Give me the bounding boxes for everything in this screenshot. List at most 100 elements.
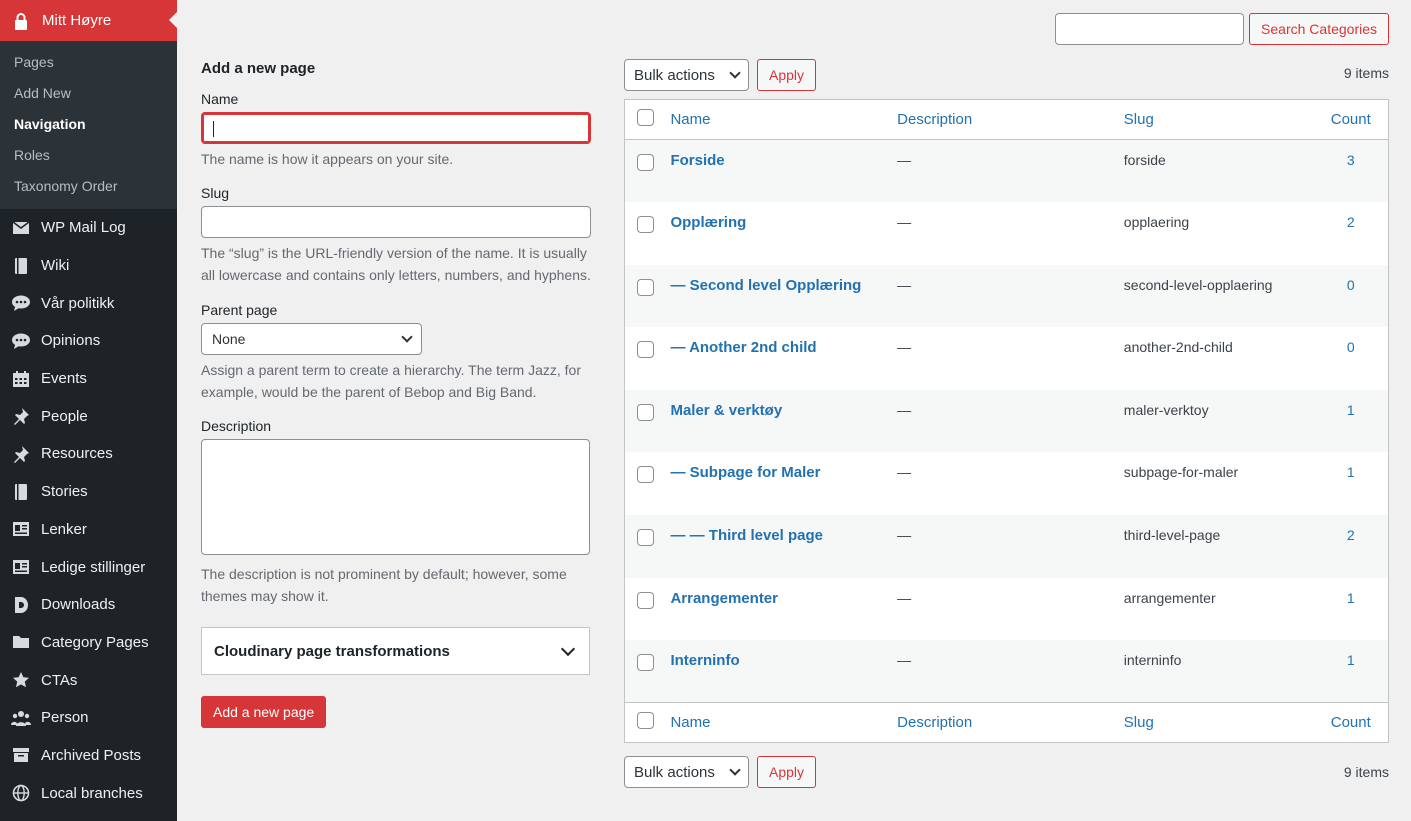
add-new-page-button[interactable]: Add a new page (201, 696, 327, 728)
sidebar-item-resources[interactable]: Resources (0, 435, 177, 473)
row-checkbox[interactable] (637, 154, 654, 171)
column-header-description[interactable]: Description (897, 702, 1124, 743)
sidebar-item-person[interactable]: Person (0, 699, 177, 737)
sidebar-item-category-pages[interactable]: Category Pages (0, 624, 177, 662)
sidebar-item-label: Category Pages (41, 633, 149, 651)
sidebar-item-local-branches[interactable]: Local branches (0, 774, 177, 812)
row-name-link[interactable]: Arrangementer (670, 590, 778, 607)
chevron-down-icon (729, 67, 741, 79)
row-count-link[interactable]: 1 (1347, 652, 1355, 668)
accordion-title: Cloudinary page transformations (214, 642, 450, 660)
row-name-link[interactable]: — Another 2nd child (670, 339, 816, 356)
row-name-link[interactable]: Interninfo (670, 652, 739, 669)
row-count-link[interactable]: 2 (1347, 527, 1355, 543)
comments-icon (10, 330, 32, 352)
row-checkbox[interactable] (637, 654, 654, 672)
submenu-item-navigation[interactable]: Navigation (0, 108, 177, 139)
column-header-description[interactable]: Description (897, 99, 1124, 140)
folder-icon (10, 631, 32, 653)
row-name-link[interactable]: Opplæring (670, 214, 746, 231)
sidebar-item-label: Local branches (41, 784, 143, 802)
row-count-link[interactable]: 2 (1347, 214, 1355, 230)
sidebar-item-var-politikk[interactable]: Vår politikk (0, 284, 177, 322)
book-icon (10, 481, 32, 503)
form-title: Add a new page (201, 60, 316, 77)
row-description: — (897, 214, 912, 231)
submenu-item-add-new[interactable]: Add New (0, 77, 177, 108)
column-header-slug[interactable]: Slug (1123, 99, 1314, 140)
row-checkbox[interactable] (637, 403, 654, 421)
items-count: 9 items (1343, 764, 1389, 781)
parent-page-help: Assign a parent term to create a hierarc… (201, 362, 581, 400)
row-count-link[interactable]: 0 (1347, 277, 1355, 293)
star-icon (10, 669, 32, 691)
column-header-name[interactable]: Name (670, 702, 898, 743)
sidebar-item-wp-mail-log[interactable]: WP Mail Log (0, 209, 177, 247)
row-slug: interninfo (1123, 652, 1182, 669)
row-name-link[interactable]: Maler & verktøy (670, 402, 782, 419)
sidebar-item-ctas[interactable]: CTAs (0, 661, 177, 699)
sidebar-item-wiki[interactable]: Wiki (0, 247, 177, 285)
row-name-link[interactable]: — Subpage for Maler (670, 464, 820, 481)
sidebar-item-downloads[interactable]: Downloads (0, 586, 177, 624)
search-input[interactable] (1055, 13, 1245, 45)
row-count-link[interactable]: 1 (1347, 590, 1355, 606)
row-count-link[interactable]: 1 (1347, 464, 1355, 480)
bulk-actions-value: Bulk actions (634, 66, 715, 84)
slug-field[interactable] (201, 206, 591, 238)
table-row: — Second level Opplæring — second-level-… (624, 264, 1389, 328)
table-row: Maler & verktøy — maler-verktoy 1 (624, 389, 1389, 453)
column-header-name[interactable]: Name (670, 99, 898, 140)
submenu-item-taxonomy-order[interactable]: Taxonomy Order (0, 170, 177, 201)
chevron-down-icon (729, 764, 741, 777)
sidebar-submenu: Pages Add New Navigation Roles Taxonomy … (0, 41, 177, 209)
tablenav-bottom: Bulk actions Apply 9 items (624, 755, 1389, 789)
row-description: — (897, 464, 912, 481)
row-slug: second-level-opplaering (1123, 276, 1273, 293)
sidebar-item-archived-posts[interactable]: Archived Posts (0, 737, 177, 775)
row-count-link[interactable]: 0 (1347, 339, 1355, 355)
bulk-actions-select[interactable]: Bulk actions (624, 756, 749, 789)
description-textarea[interactable] (201, 439, 590, 555)
slug-help: The “slug” is the URL-friendly version o… (201, 245, 591, 283)
row-checkbox[interactable] (637, 216, 654, 234)
row-description: — (897, 652, 912, 669)
row-name-link[interactable]: — — Third level page (670, 527, 823, 544)
row-description: — (897, 152, 912, 168)
sidebar-item-lenker[interactable]: Lenker (0, 511, 177, 549)
lock-icon (10, 10, 32, 32)
row-name-link[interactable]: — Second level Opplæring (670, 277, 861, 294)
row-checkbox[interactable] (637, 278, 654, 296)
select-all-checkbox[interactable] (637, 712, 654, 730)
sidebar-item-stories[interactable]: Stories (0, 473, 177, 511)
select-all-checkbox[interactable] (637, 109, 654, 126)
parent-page-select[interactable]: None (201, 323, 422, 355)
submenu-item-pages[interactable]: Pages (0, 46, 177, 77)
bulk-actions-select[interactable]: Bulk actions (624, 59, 749, 91)
row-name-link[interactable]: Forside (670, 152, 724, 169)
column-header-count[interactable]: Count (1313, 702, 1389, 743)
row-checkbox[interactable] (637, 466, 654, 484)
row-count-link[interactable]: 1 (1347, 402, 1355, 418)
row-count-link[interactable]: 3 (1347, 152, 1355, 168)
search-categories-button[interactable]: Search Categories (1249, 13, 1389, 45)
row-checkbox[interactable] (637, 341, 654, 359)
apply-button[interactable]: Apply (757, 756, 817, 789)
cloudinary-accordion[interactable]: Cloudinary page transformations (201, 627, 590, 675)
row-checkbox[interactable] (637, 529, 654, 547)
row-checkbox[interactable] (637, 591, 654, 609)
sidebar-item-ledige-stillinger[interactable]: Ledige stillinger (0, 548, 177, 586)
sidebar-item-label: CTAs (41, 671, 78, 689)
column-header-count[interactable]: Count (1313, 99, 1389, 140)
sidebar-item-events[interactable]: Events (0, 360, 177, 398)
sidebar-item-people[interactable]: People (0, 397, 177, 435)
sidebar-item-opinions[interactable]: Opinions (0, 322, 177, 360)
sidebar-item-label: Archived Posts (41, 746, 142, 764)
table-row: Opplæring — opplaering 2 (625, 202, 1389, 265)
column-header-slug[interactable]: Slug (1123, 702, 1314, 743)
name-field[interactable] (201, 112, 591, 144)
comments-icon (10, 292, 32, 314)
apply-button[interactable]: Apply (757, 59, 817, 91)
sidebar-item-mitt-hoyre[interactable]: Mitt Høyre (0, 0, 177, 41)
submenu-item-roles[interactable]: Roles (0, 139, 177, 170)
